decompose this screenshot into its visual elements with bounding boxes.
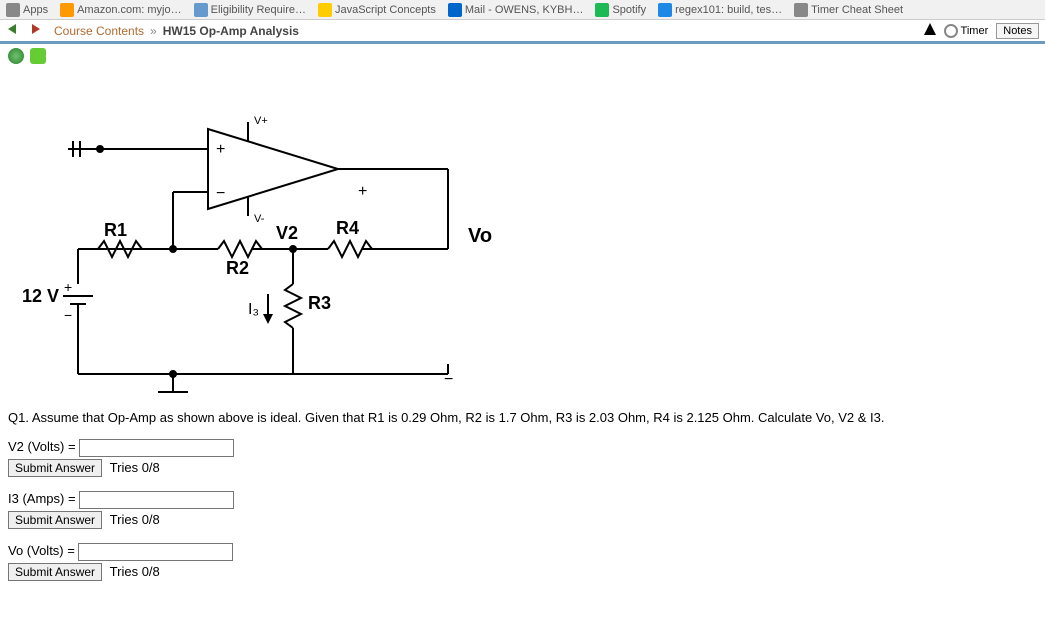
svg-text:+: +	[216, 141, 225, 158]
i3-input[interactable]	[79, 491, 234, 509]
bookmark-item[interactable]: Mail - OWENS, KYBH…	[448, 3, 584, 17]
svg-text:V+: V+	[254, 115, 268, 127]
breadcrumb-sep: »	[150, 24, 157, 38]
bookmark-item[interactable]: JavaScript Concepts	[318, 3, 436, 17]
notes-button[interactable]: Notes	[996, 23, 1039, 39]
svg-text:V-: V-	[254, 213, 265, 225]
bookmark-item[interactable]: regex101: build, tes…	[658, 3, 782, 17]
user-icon[interactable]	[30, 48, 46, 64]
svg-text:V2: V2	[276, 223, 298, 243]
breadcrumb-row: Course Contents » HW15 Op-Amp Analysis T…	[0, 20, 1045, 44]
vo-input[interactable]	[78, 543, 233, 561]
forward-icon[interactable]	[30, 22, 48, 39]
nav-toolbar	[0, 44, 1045, 68]
clock-icon	[944, 24, 958, 38]
svg-text:R4: R4	[336, 218, 359, 238]
svg-text:+: +	[358, 183, 367, 200]
vo-tries: Tries 0/8	[110, 564, 160, 579]
v2-label: V2 (Volts) =	[8, 439, 79, 454]
bookmark-item[interactable]: Eligibility Require…	[194, 3, 306, 17]
answer-i3: I3 (Amps) = Submit Answer Tries 0/8	[8, 491, 1037, 529]
i3-tries: Tries 0/8	[110, 512, 160, 527]
v2-tries: Tries 0/8	[110, 460, 160, 475]
breadcrumb-current: HW15 Op-Amp Analysis	[163, 24, 299, 38]
apps-button[interactable]: Apps	[6, 3, 48, 17]
svg-text:R1: R1	[104, 220, 127, 240]
question-text: Q1. Assume that Op-Amp as shown above is…	[8, 410, 1037, 425]
svg-text:+: +	[64, 279, 72, 295]
circuit-diagram: + − V+ V- + − Vo	[8, 74, 528, 394]
bookmark-item[interactable]: Amazon.com: myjo…	[60, 3, 182, 17]
marker-icon[interactable]	[924, 23, 936, 38]
i3-label: I3 (Amps) =	[8, 491, 79, 506]
svg-text:I₃: I₃	[248, 301, 259, 318]
vo-submit-button[interactable]: Submit Answer	[8, 563, 102, 581]
svg-text:−: −	[216, 185, 225, 202]
bookmarks-bar: Apps Amazon.com: myjo… Eligibility Requi…	[0, 0, 1045, 20]
breadcrumb-link[interactable]: Course Contents	[54, 24, 144, 38]
back-icon[interactable]	[6, 22, 24, 39]
v2-input[interactable]	[79, 439, 234, 457]
i3-submit-button[interactable]: Submit Answer	[8, 511, 102, 529]
timer-toggle[interactable]: Timer	[944, 24, 989, 38]
svg-text:Vo: Vo	[468, 225, 492, 247]
svg-text:12 V: 12 V	[22, 286, 59, 306]
bookmark-item[interactable]: Spotify	[595, 3, 646, 17]
svg-text:R2: R2	[226, 258, 249, 278]
answer-vo: Vo (Volts) = Submit Answer Tries 0/8	[8, 543, 1037, 581]
vo-label: Vo (Volts) =	[8, 543, 78, 558]
svg-text:R3: R3	[308, 293, 331, 313]
v2-submit-button[interactable]: Submit Answer	[8, 459, 102, 477]
content: Q1. Assume that Op-Amp as shown above is…	[0, 400, 1045, 605]
svg-text:−: −	[64, 307, 72, 323]
globe-icon[interactable]	[8, 48, 24, 64]
bookmark-item[interactable]: Timer Cheat Sheet	[794, 3, 903, 17]
answer-v2: V2 (Volts) = Submit Answer Tries 0/8	[8, 439, 1037, 477]
